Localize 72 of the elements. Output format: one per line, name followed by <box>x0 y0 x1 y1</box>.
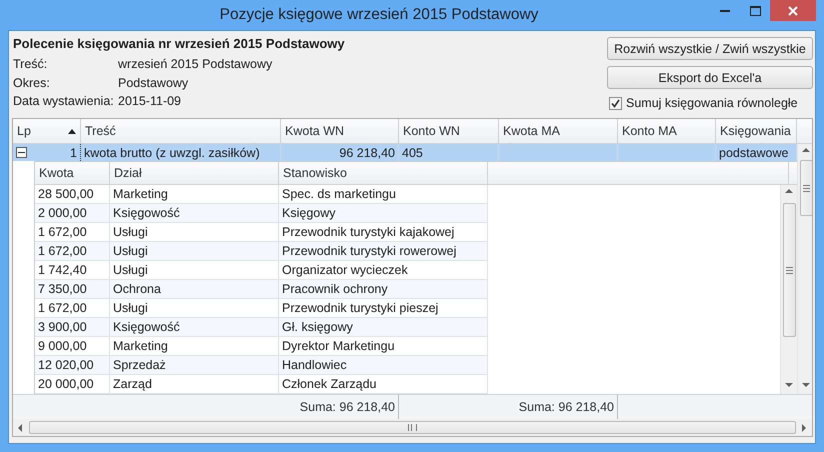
table-cell: 405 <box>402 146 423 160</box>
table-cell: Spec. ds marketingu <box>282 187 396 201</box>
table-cell: Księgowość <box>113 320 180 334</box>
table-cell: 7 350,00 <box>38 282 87 296</box>
field-value: 2015-11-09 <box>118 94 182 108</box>
field-value: wrzesień 2015 Podstawowy <box>118 57 272 72</box>
table-cell: 1 742,40 <box>38 263 87 277</box>
table-cell: Usługi <box>113 244 148 258</box>
document-heading: Polecenie księgowania nr wrzesień 2015 Podstawowy <box>13 36 346 53</box>
column-header[interactable]: Lp <box>13 119 81 143</box>
table-cell: 20 000,00 <box>38 377 94 391</box>
checkbox[interactable] <box>609 96 622 110</box>
table-cell: 12 020,00 <box>38 358 94 372</box>
column-header[interactable]: Kwota MA <box>499 119 618 143</box>
table-cell: 1 672,00 <box>38 244 87 258</box>
table-cell: Przewodnik turystyki kajakowej <box>282 225 454 239</box>
scrollbar-thumb[interactable] <box>782 203 796 337</box>
column-header[interactable]: Księgowania <box>716 119 797 143</box>
column-header[interactable]: Treść <box>81 119 281 143</box>
column-header[interactable]: Konto WN <box>399 119 499 143</box>
table-cell: Przewodnik turystyki pieszej <box>282 301 438 315</box>
field-label: Data wystawienia: <box>13 94 115 108</box>
table-cell: Pracownik ochrony <box>282 282 388 296</box>
action-button[interactable]: Rozwiń wszystkie / Zwiń wszystkie <box>607 37 813 60</box>
table-cell: Sprzedaż <box>113 358 166 372</box>
minimize-icon <box>720 10 730 12</box>
table-cell: 9 000,00 <box>38 339 87 353</box>
close-button[interactable] <box>770 0 816 21</box>
column-header[interactable]: Kwota WN <box>281 119 399 143</box>
window-title: Pozycje księgowe wrzesień 2015 Podstawowy <box>218 6 540 24</box>
action-button[interactable]: Eksport do Excel'a <box>607 66 813 89</box>
table-cell: Marketing <box>113 187 168 201</box>
table-cell: Gł. księgowy <box>282 320 353 334</box>
sum-label: Suma: 96 218,40 <box>300 400 395 414</box>
table-cell: Usługi <box>113 225 148 239</box>
collapse-icon[interactable] <box>16 147 27 158</box>
table-cell: Usługi <box>113 301 148 315</box>
table-cell: kwota brutto (z uwzgl. zasiłków) <box>84 146 260 160</box>
column-header[interactable]: Dział <box>110 162 279 184</box>
maximize-icon <box>750 6 760 16</box>
table-cell: 2 000,00 <box>38 206 87 220</box>
table-cell: podstawowe <box>719 146 788 160</box>
field-label: Okres: <box>13 76 51 90</box>
table-cell: Księgowy <box>282 206 336 220</box>
scrollbar-thumb[interactable] <box>29 421 796 434</box>
checkbox-label: Sumuj księgowania równoległe <box>626 96 798 110</box>
table-cell: 1 <box>70 146 77 160</box>
table-cell: 3 900,00 <box>38 320 87 334</box>
table-cell: 28 500,00 <box>38 187 94 201</box>
field-label: Treść: <box>13 57 48 72</box>
close-icon <box>788 6 798 16</box>
table-row[interactable]: 1 kwota brutto (z uwzgl. zasiłków) 96 218,40 405 podstawowe <box>13 144 797 161</box>
table-cell: Marketing <box>113 339 168 353</box>
table-cell: Dyrektor Marketingu <box>282 339 395 353</box>
table-cell: Przewodnik turystyki rowerowej <box>282 244 456 258</box>
table-cell: Organizator wycieczek <box>282 263 408 277</box>
field-value: Podstawowy <box>118 76 188 90</box>
column-header[interactable]: Kwota <box>35 162 110 184</box>
table-cell: Handlowiec <box>282 358 347 372</box>
table-cell: 1 672,00 <box>38 225 87 239</box>
sum-label: Suma: 96 218,40 <box>518 400 614 414</box>
column-header[interactable]: Stanowisko <box>279 162 488 184</box>
table-cell: Członek Zarządu <box>282 377 376 391</box>
table-cell: Ochrona <box>113 282 161 296</box>
table-cell: Zarząd <box>113 377 152 391</box>
table-cell: Usługi <box>113 263 148 277</box>
table-cell: 96 218,40 <box>339 146 395 160</box>
column-header[interactable]: Konto MA <box>618 119 716 143</box>
checkmark-icon <box>611 98 620 108</box>
table-cell: Księgowość <box>113 206 180 220</box>
table-cell: 1 672,00 <box>38 301 87 315</box>
scrollbar-thumb[interactable] <box>800 160 812 216</box>
